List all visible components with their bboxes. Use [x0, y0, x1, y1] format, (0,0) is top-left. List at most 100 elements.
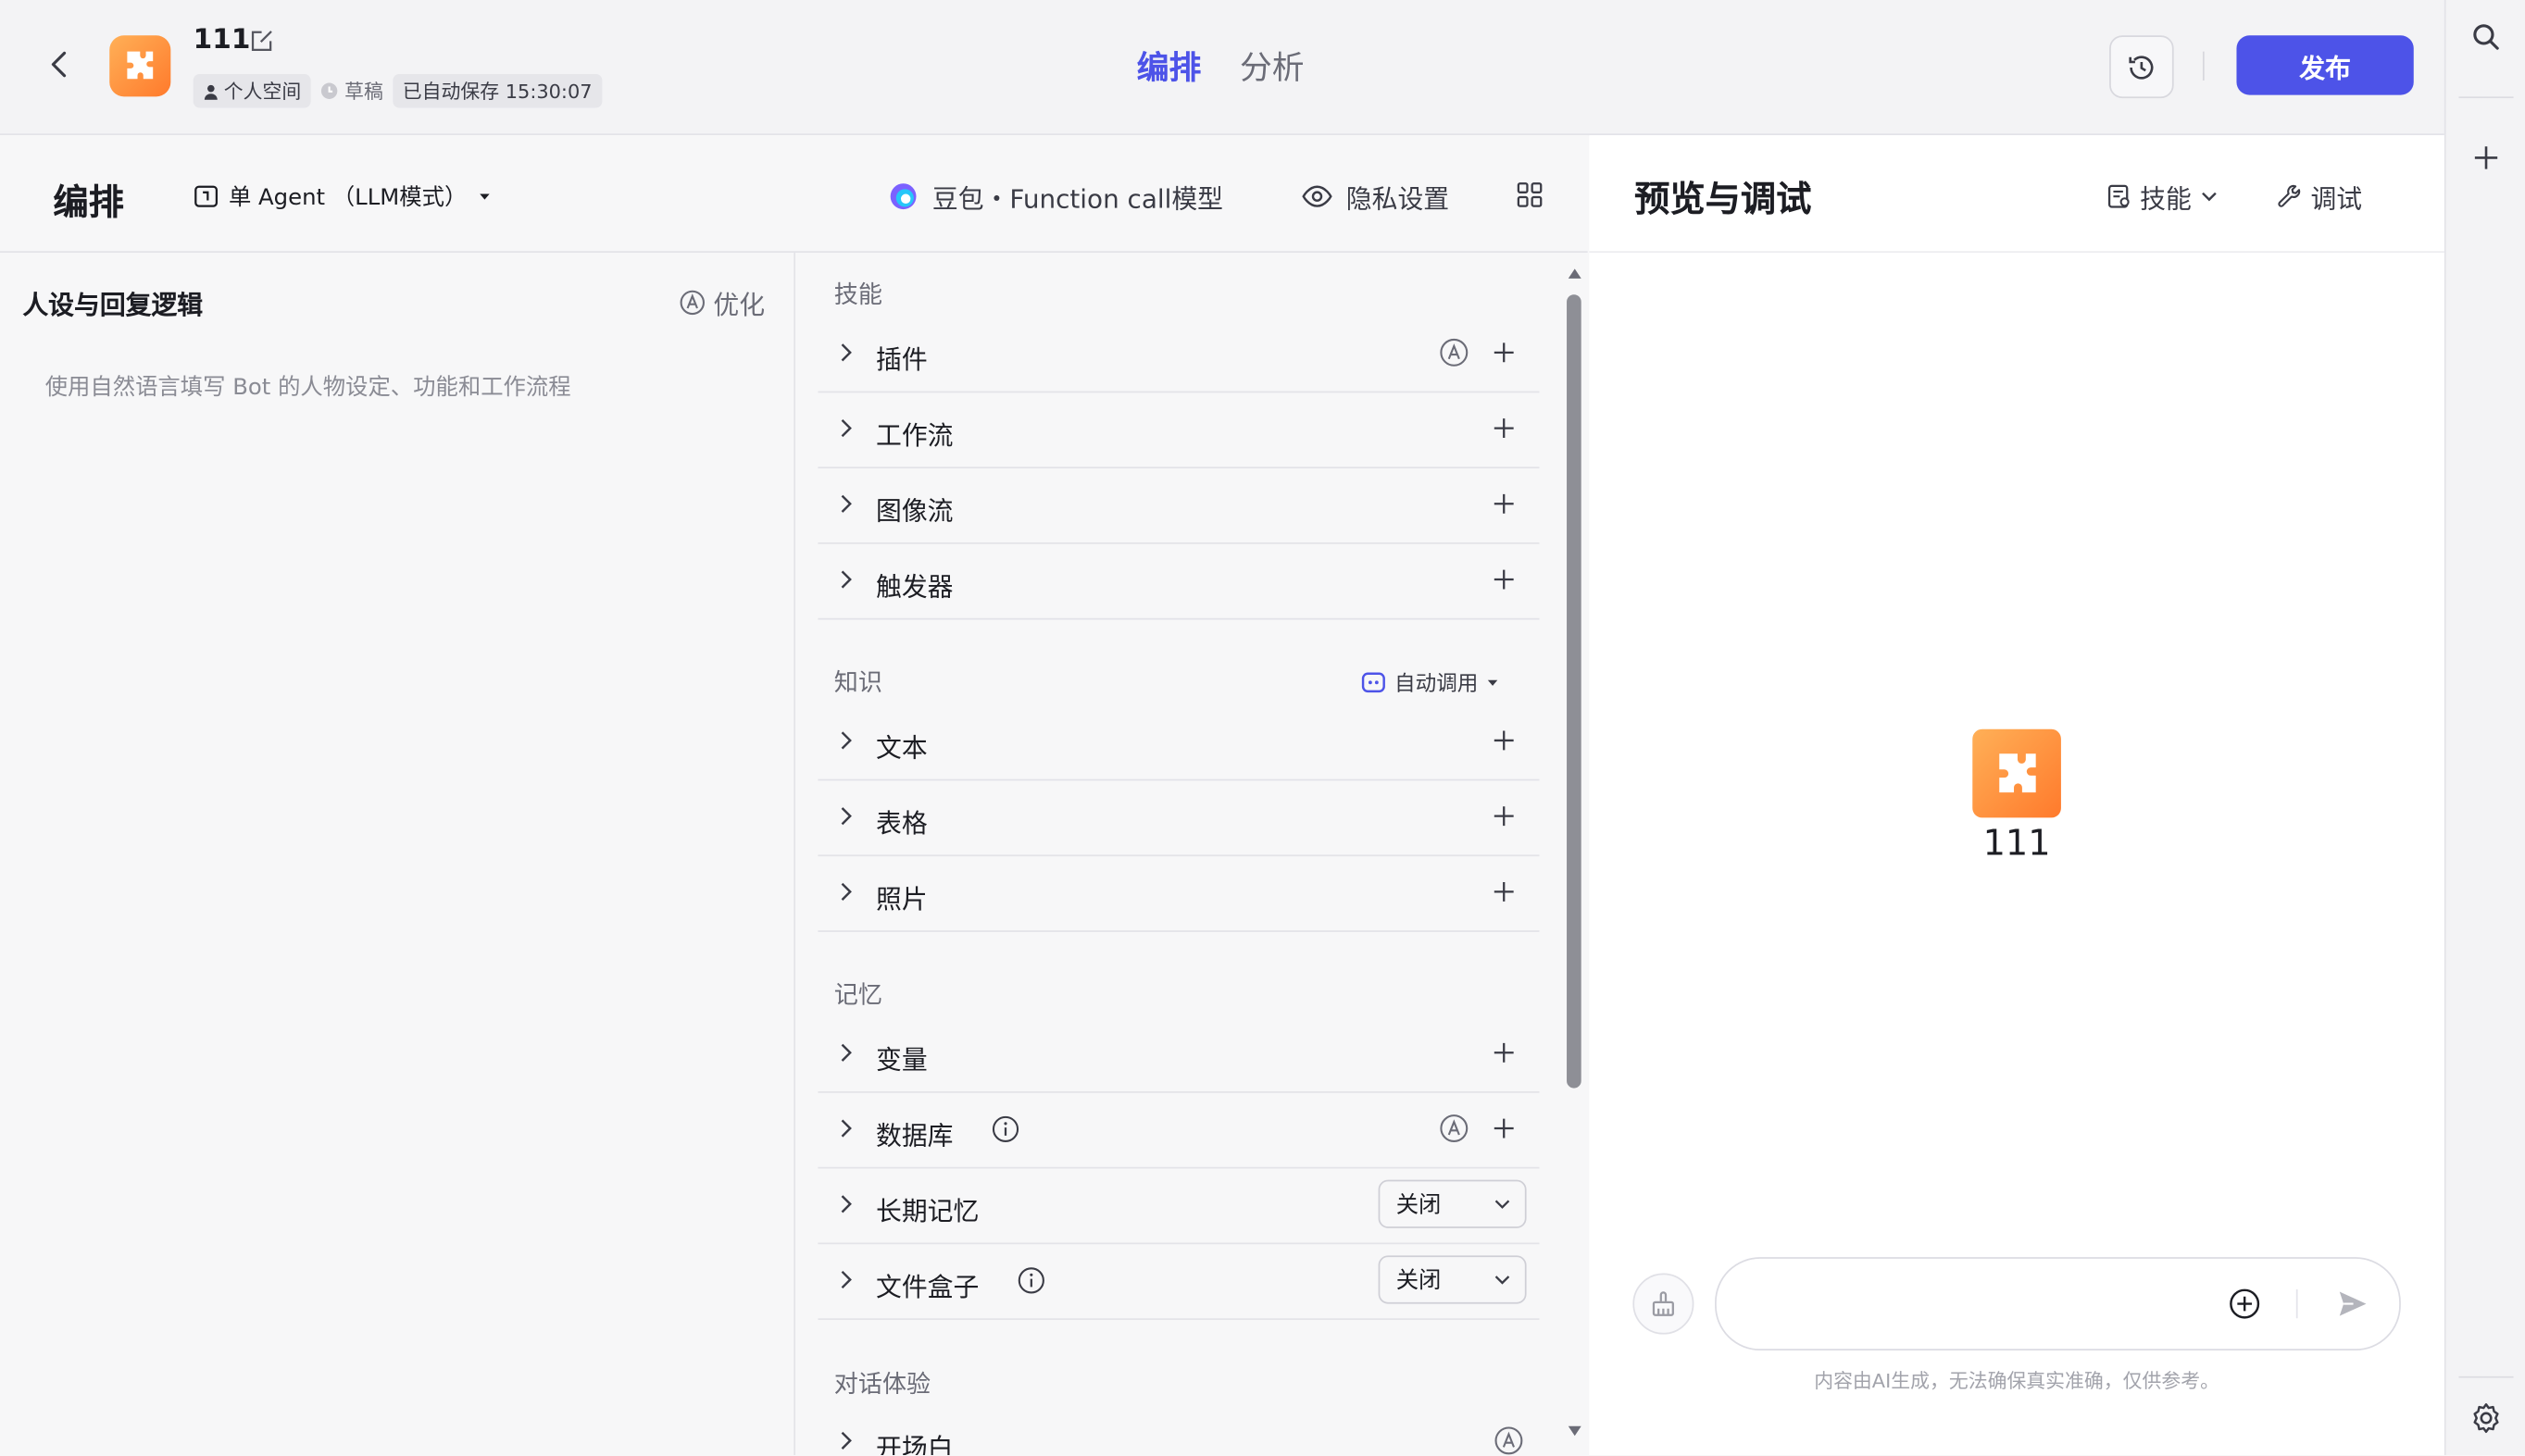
preview-skill-dropdown[interactable]: 技能	[2106, 177, 2219, 216]
preview-debug-button[interactable]: 调试	[2277, 177, 2362, 216]
knowledge-label: 照片	[876, 883, 928, 915]
plus-icon[interactable]	[1491, 491, 1517, 516]
chevron-down-icon	[2202, 192, 2217, 202]
knowledge-row-table[interactable]: 表格	[818, 780, 1540, 857]
scroll-up-arrow-icon[interactable]	[1567, 266, 1582, 281]
clear-chat-button[interactable]	[1632, 1273, 1694, 1335]
plus-icon[interactable]	[1491, 1115, 1517, 1141]
persona-panel: 人设与回复逻辑 优化 使用自然语言填写 Bot 的人物设定、功能和工作流程	[0, 253, 796, 1456]
knowledge-row-text[interactable]: 文本	[818, 705, 1540, 781]
preview-skill-label: 技能	[2140, 183, 2192, 215]
scroll-down-arrow-icon[interactable]	[1567, 1423, 1582, 1438]
ai-circle-icon[interactable]	[1440, 1114, 1469, 1142]
history-icon	[2129, 55, 2154, 79]
doubao-model-icon	[890, 183, 917, 210]
chevron-right-icon	[841, 570, 852, 589]
agent-mode-select[interactable]: 单 Agent （LLM模式）	[194, 180, 494, 213]
bot-meta: 个人空间 草稿 已自动保存 15:30:07	[193, 73, 602, 108]
scrollbar-thumb[interactable]	[1567, 294, 1581, 1089]
skill-row-imageflow[interactable]: 图像流	[818, 468, 1540, 544]
skill-row-trigger[interactable]: 触发器	[818, 544, 1540, 620]
chat-input[interactable]	[1748, 1281, 2222, 1326]
chevron-right-icon	[841, 807, 852, 826]
memory-label: 文件盒子	[876, 1271, 980, 1302]
knowledge-label: 表格	[876, 807, 928, 840]
knowledge-row-photo[interactable]: 照片	[818, 856, 1540, 932]
user-icon	[204, 83, 218, 99]
chevron-right-icon	[841, 419, 852, 438]
plus-icon[interactable]	[1491, 803, 1517, 829]
memory-row-file-box[interactable]: 文件盒子 关闭	[818, 1244, 1540, 1320]
plus-icon[interactable]	[1491, 566, 1517, 592]
memory-label: 变量	[876, 1044, 928, 1076]
info-icon[interactable]	[992, 1115, 1019, 1143]
model-select[interactable]: 豆包・Function call模型	[887, 177, 1223, 216]
history-button[interactable]	[2109, 35, 2174, 99]
chevron-right-icon	[841, 343, 852, 362]
puzzle-icon	[1998, 753, 2035, 792]
plus-icon[interactable]	[1491, 416, 1517, 442]
memory-label: 长期记忆	[876, 1196, 980, 1227]
agent-mode-icon	[194, 185, 219, 207]
robot-icon	[1361, 671, 1385, 692]
plus-icon[interactable]	[1491, 340, 1517, 366]
caret-down-icon	[480, 193, 490, 200]
rail-divider	[2458, 96, 2514, 99]
back-arrow-icon[interactable]	[42, 46, 77, 81]
app-root: 111 个人空间 草稿 已自动保存 15:30:07 编排 分析 发布 编排 单…	[0, 0, 2525, 1456]
top-tabs: 编排 分析	[1137, 42, 1305, 88]
chevron-right-icon	[841, 1270, 852, 1289]
wrench-icon	[2278, 184, 2301, 207]
edit-icon[interactable]	[250, 28, 276, 54]
chevron-right-icon	[841, 1043, 852, 1062]
knowledge-label: 文本	[876, 732, 928, 764]
auto-call-select[interactable]: 自动调用	[1360, 666, 1499, 697]
long-term-memory-select[interactable]: 关闭	[1378, 1179, 1527, 1228]
workspace-label: 个人空间	[223, 80, 302, 104]
dialog-row-opening[interactable]: 开场白	[818, 1405, 1539, 1455]
preview-debug-label: 调试	[2310, 183, 2363, 215]
memory-row-variables[interactable]: 变量	[818, 1017, 1540, 1093]
caret-down-icon	[1487, 678, 1498, 685]
plus-icon[interactable]	[1491, 728, 1517, 753]
add-attachment-icon[interactable]	[2227, 1286, 2262, 1321]
draft-label: 草稿	[344, 80, 383, 104]
plus-icon[interactable]	[1491, 1039, 1517, 1065]
plus-icon[interactable]	[2469, 140, 2504, 175]
persona-editor[interactable]: 使用自然语言填写 Bot 的人物设定、功能和工作流程	[45, 370, 571, 403]
section-title-skills: 技能	[833, 280, 882, 309]
layout-grid-icon[interactable]	[1515, 180, 1544, 209]
long-term-memory-value: 关闭	[1395, 1192, 1442, 1219]
plus-icon[interactable]	[1491, 878, 1517, 904]
memory-label: 数据库	[876, 1120, 954, 1151]
section-title-dialog: 对话体验	[833, 1369, 931, 1400]
file-box-select[interactable]: 关闭	[1378, 1255, 1527, 1304]
skill-row-workflow[interactable]: 工作流	[818, 392, 1540, 469]
search-icon[interactable]	[2469, 19, 2504, 55]
tab-arrange[interactable]: 编排	[1137, 42, 1202, 88]
publish-button[interactable]: 发布	[2236, 35, 2414, 95]
section-title-memory: 记忆	[833, 980, 882, 1010]
skill-label: 插件	[876, 344, 928, 376]
input-divider	[2295, 1288, 2298, 1319]
right-rail	[2444, 0, 2525, 1456]
autosave-label: 已自动保存 15:30:07	[402, 80, 593, 104]
bot-avatar[interactable]	[109, 35, 171, 97]
chevron-right-icon	[841, 1119, 852, 1138]
gear-icon[interactable]	[2469, 1400, 2504, 1436]
info-icon[interactable]	[1018, 1267, 1045, 1295]
send-icon[interactable]	[2335, 1286, 2370, 1321]
memory-row-database[interactable]: 数据库	[818, 1093, 1540, 1169]
optimize-button[interactable]: 优化	[680, 283, 765, 322]
ai-circle-icon[interactable]	[1440, 338, 1469, 367]
skill-row-plugin[interactable]: 插件	[818, 317, 1540, 393]
section-title-knowledge: 知识	[833, 667, 882, 697]
privacy-settings[interactable]: 隐私设置	[1301, 177, 1449, 216]
tab-analysis[interactable]: 分析	[1240, 42, 1305, 88]
preview-bot-name: 111	[1982, 824, 2051, 865]
memory-row-long-term[interactable]: 长期记忆 关闭	[818, 1169, 1540, 1245]
chat-input-box	[1715, 1257, 2401, 1351]
dialog-label: 开场白	[876, 1432, 954, 1456]
chevron-right-icon	[841, 1195, 852, 1213]
ai-circle-icon[interactable]	[1494, 1426, 1523, 1455]
